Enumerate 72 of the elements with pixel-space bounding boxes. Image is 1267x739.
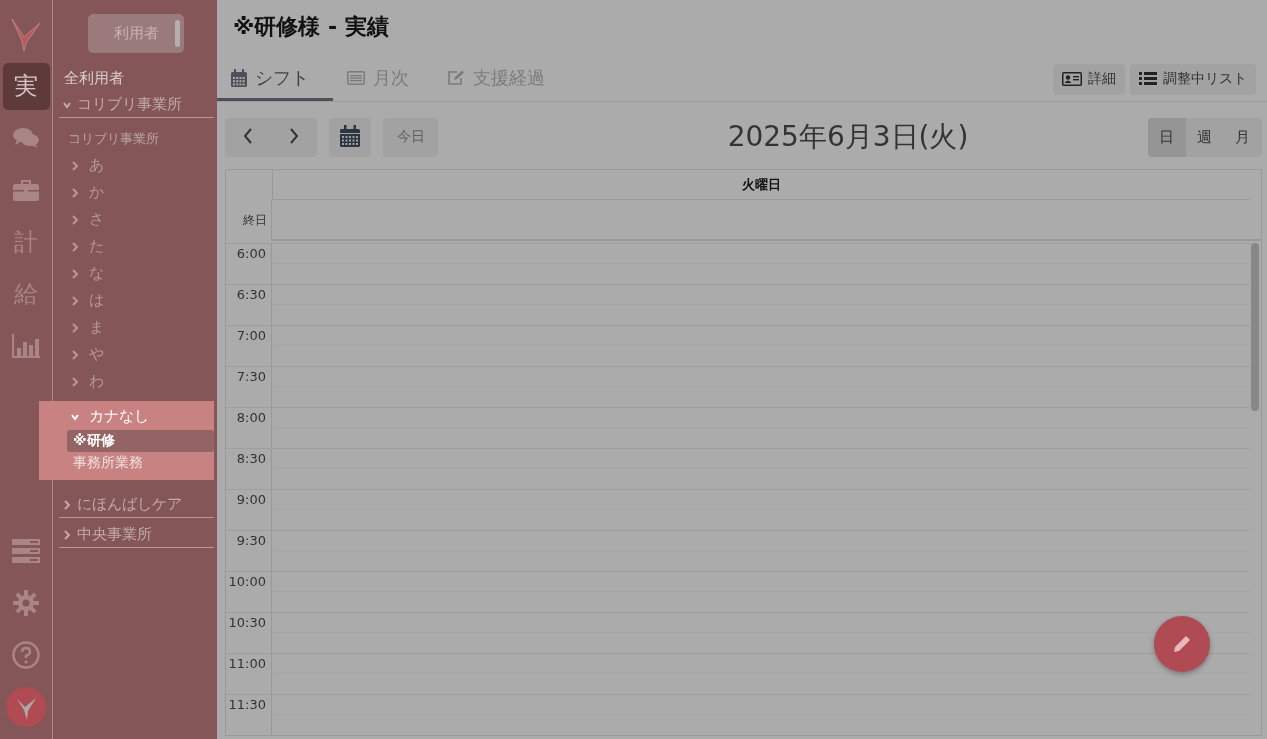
office-header[interactable]: コリブリ事業所 xyxy=(77,95,182,114)
bird-logo-icon[interactable] xyxy=(6,687,46,727)
chevron-left-icon xyxy=(243,127,253,144)
time-label: 6:30 xyxy=(226,285,272,325)
chevron-right-icon xyxy=(289,127,299,144)
chevron-icon[interactable] xyxy=(63,499,71,510)
list-icon xyxy=(347,70,365,85)
calendar-icon xyxy=(231,68,247,87)
time-label: 8:00 xyxy=(226,408,272,448)
page-title: ※研修様 - 実績 xyxy=(233,13,390,41)
view-button[interactable]: 週 xyxy=(1186,117,1224,157)
kana-group-label[interactable]: な xyxy=(89,264,104,283)
time-label: 10:00 xyxy=(226,572,272,612)
chevron-icon[interactable] xyxy=(71,376,79,387)
office-header[interactable]: 中央事業所 xyxy=(77,525,152,544)
current-date: 2025年6月3日(火) xyxy=(727,119,969,155)
pencil-icon xyxy=(1172,634,1192,654)
all-day-label: 終日 xyxy=(226,200,272,241)
kana-group-label[interactable]: は xyxy=(89,291,104,310)
kana-group-label[interactable]: た xyxy=(89,237,104,256)
kana-group-label[interactable]: わ xyxy=(89,372,104,391)
kana-group-label[interactable]: カナなし xyxy=(89,407,149,426)
chevron-icon[interactable] xyxy=(71,160,79,171)
chevron-icon[interactable] xyxy=(71,349,79,360)
calendar-icon xyxy=(340,124,360,147)
list-icon xyxy=(1139,72,1157,86)
chevron-icon[interactable] xyxy=(71,187,79,198)
chevron-icon[interactable] xyxy=(63,529,71,540)
view-button[interactable]: 月 xyxy=(1224,117,1262,157)
bird-logo-icon xyxy=(10,17,42,51)
edit-button[interactable] xyxy=(1154,616,1210,672)
help-icon[interactable] xyxy=(12,641,40,669)
view-button[interactable]: 日 xyxy=(1148,117,1186,157)
contact-card-icon xyxy=(1062,72,1082,86)
user-item[interactable]: ※研修 xyxy=(67,430,214,452)
time-label: 7:30 xyxy=(226,367,272,407)
chevron-icon[interactable] xyxy=(71,241,79,252)
server-list-icon[interactable] xyxy=(12,539,40,563)
settings-icon[interactable] xyxy=(13,590,39,616)
office-header[interactable]: にほんばしケア xyxy=(77,495,182,514)
user-item[interactable]: 事務所業務 xyxy=(67,452,214,474)
scrollbar-thumb[interactable] xyxy=(1251,243,1259,411)
time-label: 8:30 xyxy=(226,449,272,489)
chevron-icon[interactable] xyxy=(71,214,79,225)
kana-group-label[interactable]: あ xyxy=(89,156,104,175)
tab[interactable]: シフト xyxy=(217,57,333,101)
all-users-link[interactable]: 全利用者 xyxy=(64,69,214,88)
chevron-icon[interactable] xyxy=(71,268,79,279)
rail-tab[interactable]: 実 xyxy=(2,62,50,110)
briefcase-icon[interactable] xyxy=(13,179,39,201)
time-label: 11:00 xyxy=(226,654,272,694)
details-button[interactable]: 詳細 xyxy=(1053,63,1125,95)
kana-group-label[interactable]: さ xyxy=(89,210,104,229)
chat-icon[interactable] xyxy=(13,127,39,149)
bar-chart-icon[interactable] xyxy=(12,334,40,358)
date-picker-button[interactable] xyxy=(329,117,371,157)
time-label: 10:30 xyxy=(226,613,272,653)
time-label: 9:00 xyxy=(226,490,272,530)
chevron-icon[interactable] xyxy=(71,322,79,333)
list-button[interactable]: 調整中リスト xyxy=(1130,63,1256,95)
toggle-handle[interactable] xyxy=(175,20,180,47)
kana-group-label[interactable]: や xyxy=(89,345,104,364)
time-label: 9:30 xyxy=(226,531,272,571)
office-subtitle: コリブリ事業所 xyxy=(68,130,160,148)
kana-group-label[interactable]: か xyxy=(89,183,104,202)
time-label: 7:00 xyxy=(226,326,272,366)
day-header: 火曜日 xyxy=(273,170,1250,200)
edit-icon xyxy=(447,69,465,86)
chevron-icon[interactable] xyxy=(71,295,79,306)
time-label: 11:30 xyxy=(226,695,272,735)
kana-group-label[interactable]: ま xyxy=(89,318,104,337)
time-label: 6:00 xyxy=(226,244,272,284)
